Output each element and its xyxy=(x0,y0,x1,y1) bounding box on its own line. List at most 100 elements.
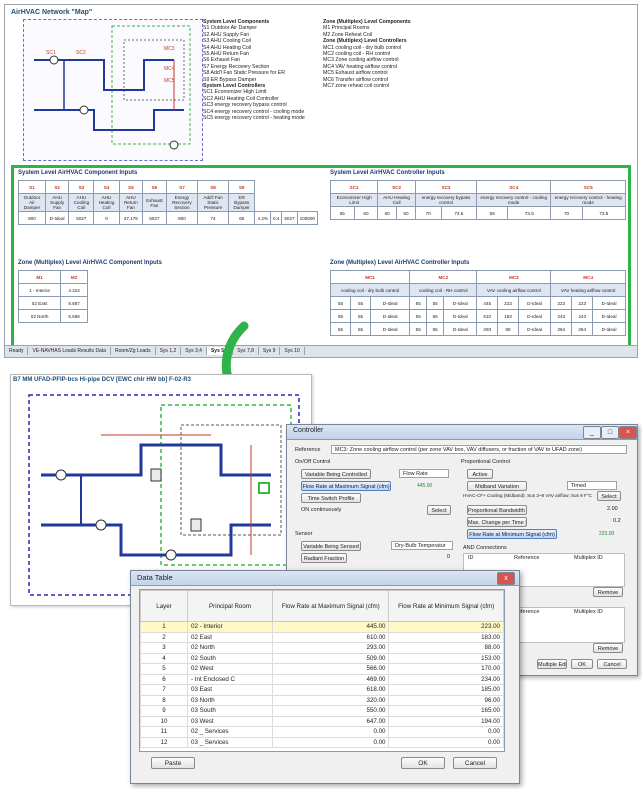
layer-cell[interactable]: 1 xyxy=(140,621,188,633)
layer-cell[interactable]: 4 xyxy=(140,652,188,664)
component-value-cell[interactable]: 100000 xyxy=(296,211,319,225)
flow-min-cell[interactable]: 194.00 xyxy=(388,715,504,727)
remove-button-2[interactable]: Remove xyxy=(593,643,623,653)
flow-max-cell[interactable]: 445.00 xyxy=(271,621,390,633)
layer-cell[interactable]: 12 xyxy=(140,736,188,748)
table-row[interactable]: 8 03 North 320.00 96.00 xyxy=(140,694,504,706)
flow-max-cell[interactable]: 610.00 xyxy=(271,631,390,643)
flow-max-cell[interactable]: 0.00 xyxy=(271,736,390,748)
zone-controller-value-cell[interactable]: D-Ideal xyxy=(370,322,411,336)
flow-min-cell[interactable]: 234.00 xyxy=(388,673,504,685)
layer-cell[interactable]: 2 xyxy=(140,631,188,643)
zone-controller-value-cell[interactable]: 223 xyxy=(497,296,519,310)
zone-room-cell[interactable]: 02 North xyxy=(17,309,62,323)
flow-min-cell[interactable]: 223.00 xyxy=(388,621,504,633)
zone-room-cell[interactable]: 02 East xyxy=(17,296,62,310)
time-switch-select-button[interactable]: Select xyxy=(427,505,451,515)
zone-controller-value-cell[interactable]: 55 xyxy=(350,296,372,310)
midband-button[interactable]: Midband Variation xyxy=(467,481,527,491)
room-cell[interactable]: 03 West xyxy=(187,715,273,727)
component-value-cell[interactable]: 5027 xyxy=(68,211,95,225)
paste-button[interactable]: Paste xyxy=(151,757,195,769)
component-value-cell[interactable]: 800 xyxy=(165,211,199,225)
flow-max-cell[interactable]: 0.00 xyxy=(271,726,390,738)
flow-min-cell[interactable]: 0.00 xyxy=(388,726,504,738)
maximize-button[interactable]: □ xyxy=(601,426,619,439)
controller-value-cell[interactable]: 55 xyxy=(476,206,509,220)
flow-min-cell[interactable]: 170.00 xyxy=(388,663,504,675)
reference-field[interactable]: MC3: Zone cooling airflow control (per z… xyxy=(331,445,627,454)
controller-ok-button[interactable]: OK xyxy=(571,659,593,669)
component-value-cell[interactable]: 27,176 xyxy=(118,211,144,225)
table-row[interactable]: 9 03 South 550.00 165.00 xyxy=(140,705,504,717)
flow-min-cell[interactable]: 183.00 xyxy=(388,631,504,643)
table-row[interactable]: 10 03 West 647.00 194.00 xyxy=(140,715,504,727)
col-layer-header[interactable]: Layer xyxy=(140,590,188,622)
data-table-cancel-button[interactable]: Cancel xyxy=(453,757,497,769)
flow-max-cell[interactable]: 647.00 xyxy=(271,715,390,727)
zone-controller-value-cell[interactable]: D-Ideal xyxy=(370,309,411,323)
zone-controller-value-cell[interactable]: D-Ideal xyxy=(443,296,478,310)
zone-controller-value-cell[interactable]: 55 xyxy=(426,296,445,310)
flow-max-cell[interactable]: 469.00 xyxy=(271,673,390,685)
flow-min-cell[interactable]: 153.00 xyxy=(388,652,504,664)
sheet-tab[interactable]: VE-NAVHAS Loads Results Data xyxy=(28,347,112,355)
table-row[interactable]: 3 02 North 293.00 88.00 xyxy=(140,642,504,654)
zone-controller-value-cell[interactable]: 88 xyxy=(497,322,519,336)
flow-max-cell[interactable]: 566.00 xyxy=(271,663,390,675)
layer-cell[interactable]: 7 xyxy=(140,684,188,696)
layer-cell[interactable]: 6 xyxy=(140,673,188,685)
flow-min-cell[interactable]: 88.00 xyxy=(388,642,504,654)
zone-controller-value-cell[interactable]: 445 xyxy=(476,296,499,310)
table-row[interactable]: 4 02 South 509.00 153.00 xyxy=(140,652,504,664)
zone-controller-value-cell[interactable]: 223 xyxy=(571,296,594,310)
zone-controller-value-cell[interactable]: 243 xyxy=(571,309,594,323)
flow-max-cell[interactable]: 550.00 xyxy=(271,705,390,717)
zone-controller-value-cell[interactable]: 55 xyxy=(426,309,445,323)
zone-controller-value-cell[interactable]: D-Ideal xyxy=(443,322,478,336)
zone-controller-value-cell[interactable]: 55 xyxy=(426,322,445,336)
room-cell[interactable]: 02 _ Services xyxy=(187,726,273,738)
zone-controller-value-cell[interactable]: D-Ideal xyxy=(517,309,552,323)
room-cell[interactable]: 02 South xyxy=(187,652,273,664)
flow-min-cell[interactable]: 185.00 xyxy=(388,684,504,696)
controller-value-cell[interactable]: 70 xyxy=(550,206,583,220)
room-cell[interactable]: 03 South xyxy=(187,705,273,717)
variable-sensed-select[interactable]: Dry-Bulb Temperatur xyxy=(391,541,453,550)
table-row[interactable]: 7 03 East 618.00 185.00 xyxy=(140,684,504,696)
controller-value-cell[interactable]: 70 xyxy=(414,206,442,220)
component-value-cell[interactable]: 5027 xyxy=(281,211,298,225)
table-row[interactable]: 11 02 _ Services 0.00 0.00 xyxy=(140,726,504,738)
zone-controller-value-cell[interactable]: 293 xyxy=(476,322,499,336)
zone-value-cell[interactable]: 5.586 xyxy=(60,309,88,323)
zone-controller-value-cell[interactable]: D-Ideal xyxy=(517,296,552,310)
controller-value-cell[interactable]: 60 xyxy=(377,206,398,220)
flow-max-cell[interactable]: 509.00 xyxy=(271,652,390,664)
controller-value-cell[interactable]: 73.5 xyxy=(581,206,627,220)
prop-bandwidth-button[interactable]: Proportional Bandwidth (°F) xyxy=(467,505,527,515)
zone-controller-value-cell[interactable]: D-Ideal xyxy=(592,322,626,336)
room-cell[interactable]: - Int Enclosed C xyxy=(187,673,273,685)
data-table-ok-button[interactable]: OK xyxy=(401,757,445,769)
component-value-cell[interactable]: 68 xyxy=(227,211,256,225)
room-cell[interactable]: 02 West xyxy=(187,663,273,675)
room-cell[interactable]: 02 - Interior xyxy=(187,621,273,633)
component-value-cell[interactable]: 5027 xyxy=(142,211,167,225)
zone-controller-value-cell[interactable]: 55 xyxy=(329,322,352,336)
flow-min-cell[interactable]: 96.00 xyxy=(388,694,504,706)
flow-min-button[interactable]: Flow Rate at Minimum Signal (cfm) xyxy=(467,529,557,539)
data-table-close-button[interactable]: x xyxy=(497,572,515,585)
time-switch-button[interactable]: Time Switch Profile xyxy=(301,493,361,503)
zone-controller-value-cell[interactable]: D-Ideal xyxy=(370,296,411,310)
layer-cell[interactable]: 11 xyxy=(140,726,188,738)
component-value-cell[interactable]: 900 xyxy=(18,211,46,225)
zone-controller-value-cell[interactable]: D-Ideal xyxy=(592,296,626,310)
zone-controller-value-cell[interactable]: 55 xyxy=(409,309,428,323)
multiple-edit-button[interactable]: Multiple Edit xyxy=(537,659,567,669)
zone-controller-value-cell[interactable]: 243 xyxy=(550,309,573,323)
layer-cell[interactable]: 10 xyxy=(140,715,188,727)
room-cell[interactable]: 03 East xyxy=(187,684,273,696)
table-row[interactable]: 6- Int Enclosed C 469.00 234.00 xyxy=(140,673,504,685)
profile-select-button[interactable]: Select xyxy=(597,491,621,501)
table-row[interactable]: 2 02 East 610.00 183.00 xyxy=(140,631,504,643)
